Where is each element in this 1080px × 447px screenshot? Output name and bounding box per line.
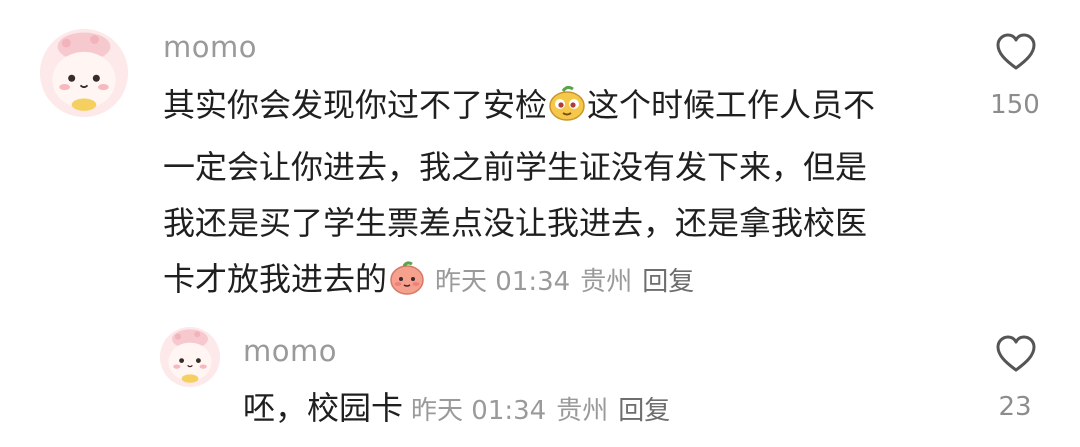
- reply-avatar[interactable]: [160, 327, 220, 387]
- comment-like-button[interactable]: [995, 32, 1037, 76]
- comment-line-4: 卡才放我进去的: [163, 260, 388, 298]
- comment-text: 其实你会发现你过不了安检 这个时候工作人员不 一定会让你进去，我之前学生证没有发下…: [163, 77, 875, 313]
- avatar-character-icon: [160, 327, 220, 387]
- comment-line-1: 其实你会发现你过不了安检: [163, 86, 548, 124]
- reply-text: 呸，校园卡: [243, 389, 404, 427]
- comment-line-3: 我还是买了学生票差点没让我进去，还是拿我校医: [163, 204, 868, 242]
- reply-timestamp: 昨天 01:34: [411, 396, 547, 426]
- comment-like-count: 150: [990, 90, 1040, 120]
- avatar[interactable]: [40, 29, 128, 117]
- comment-reply-button[interactable]: 回复: [642, 267, 694, 297]
- comment-username[interactable]: momo: [163, 30, 257, 64]
- reply-username[interactable]: momo: [243, 334, 337, 368]
- yellow-face-emoji-icon: [547, 83, 587, 139]
- reply-location: 贵州: [556, 396, 609, 426]
- reply-like-button[interactable]: [995, 334, 1037, 378]
- comment-line-1b: 这个时候工作人员不: [587, 86, 876, 124]
- pink-peach-emoji-icon: [387, 257, 427, 313]
- avatar-character-icon: [40, 29, 128, 117]
- heart-outline-icon: [996, 335, 1036, 372]
- comment-timestamp: 昨天 01:34: [435, 267, 571, 297]
- reply-like-count: 23: [998, 392, 1032, 422]
- heart-outline-icon: [996, 33, 1036, 70]
- reply-reply-button[interactable]: 回复: [618, 396, 670, 426]
- comment-location: 贵州: [580, 267, 633, 297]
- reply-text-row: 呸，校园卡 昨天 01:34 贵州 回复: [243, 380, 680, 439]
- comment-line-2: 一定会让你进去，我之前学生证没有发下来，但是: [163, 148, 868, 186]
